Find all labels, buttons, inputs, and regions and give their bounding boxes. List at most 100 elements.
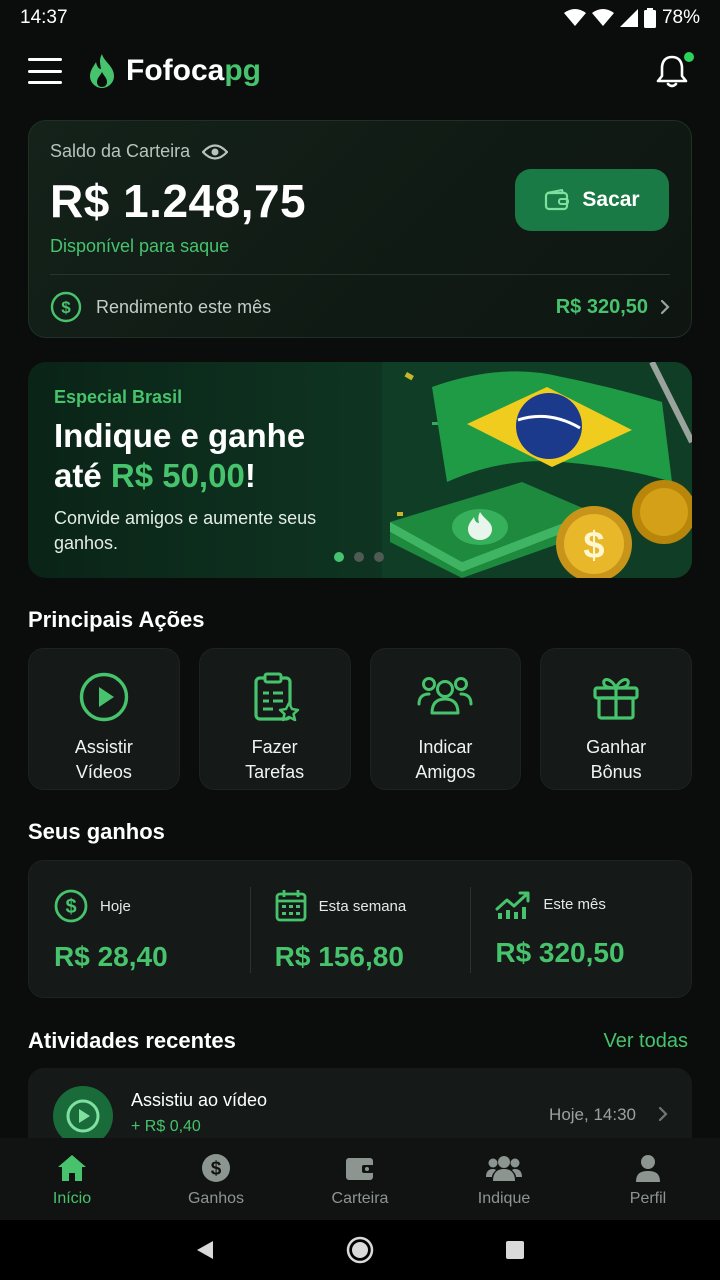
svg-text:$: $ <box>583 525 604 567</box>
earnings-week: Esta semana R$ 156,80 <box>249 861 471 997</box>
svg-text:$: $ <box>211 1159 222 1180</box>
action-label: Indicar Amigos <box>415 737 476 782</box>
wallet-divider <box>50 274 670 275</box>
actions-grid: Assistir Vídeos Fazer Tarefas Indicar Am… <box>28 648 692 790</box>
banner-title-prefix: até <box>54 457 111 494</box>
activity-title: Assistiu ao vídeo <box>131 1090 268 1110</box>
carousel-dots[interactable] <box>334 552 384 562</box>
battery-icon <box>643 8 656 28</box>
svg-text:$: $ <box>65 896 76 918</box>
earnings-label: Hoje <box>100 897 131 915</box>
carousel-dot-active[interactable] <box>334 552 344 562</box>
promo-banner[interactable]: Especial Brasil Indique e ganhe até R$ 5… <box>28 362 692 578</box>
bell-icon <box>656 55 688 88</box>
action-label: Ganhar Bônus <box>586 737 647 782</box>
app-header: Fofocapg <box>0 36 720 106</box>
bottom-nav: Início $ Ganhos Carteira Indique Perfil <box>0 1138 720 1220</box>
nav-label: Perfil <box>629 1190 667 1207</box>
chevron-right-icon <box>658 1106 668 1122</box>
income-row[interactable]: $ Rendimento este mês R$ 320,50 <box>50 289 670 325</box>
wallet-icon <box>346 1158 374 1180</box>
activity-icon <box>53 1086 113 1146</box>
withdraw-button[interactable]: Sacar <box>515 169 669 231</box>
banner-title-suffix: ! <box>244 457 256 494</box>
dollar-circle-icon: $ <box>54 889 88 923</box>
profile-icon <box>636 1155 660 1182</box>
withdraw-label: Sacar <box>582 188 640 211</box>
see-all-link[interactable]: Ver todas <box>603 1030 688 1053</box>
battery-percent: 78% <box>661 7 700 28</box>
banner-title-line1: Indique e ganhe <box>54 417 306 454</box>
action-do-tasks[interactable]: Fazer Tarefas <box>198 648 351 790</box>
play-circle-icon <box>66 1099 100 1133</box>
wifi-icon <box>563 9 586 26</box>
dollar-icon: $ <box>202 1154 230 1182</box>
nav-label: Ganhos <box>187 1190 245 1207</box>
back-icon[interactable] <box>195 1240 215 1260</box>
trend-up-icon <box>495 891 530 919</box>
wallet-label: Saldo da Carteira <box>50 141 191 161</box>
home-circle-icon[interactable] <box>346 1236 374 1264</box>
nav-label: Carteira <box>331 1190 389 1207</box>
carousel-dot[interactable] <box>354 552 364 562</box>
earnings-card: $ Hoje R$ 28,40 Esta semana R$ 156,80 Es… <box>28 860 692 998</box>
nav-home[interactable]: Início <box>0 1138 144 1220</box>
action-refer-friends[interactable]: Indicar Amigos <box>369 648 522 790</box>
carousel-dot[interactable] <box>374 552 384 562</box>
brand-suffix: pg <box>224 54 261 87</box>
action-watch-videos[interactable]: Assistir Vídeos <box>28 648 180 790</box>
activities-title: Atividades recentes <box>28 1028 236 1053</box>
clipboard-star-icon <box>254 672 299 722</box>
notification-dot <box>684 52 694 62</box>
earnings-label: Este mês <box>543 895 606 913</box>
earnings-value: R$ 28,40 <box>54 941 168 972</box>
users-icon <box>417 677 473 715</box>
recents-icon[interactable] <box>505 1240 525 1260</box>
nav-earnings[interactable]: $ Ganhos <box>144 1138 288 1220</box>
earnings-today: $ Hoje R$ 28,40 <box>29 861 250 997</box>
brand-name: Fofoca <box>126 54 225 87</box>
nav-label: Indique <box>477 1190 531 1207</box>
action-label: Assistir Vídeos <box>74 737 133 782</box>
status-bar: 14:37 78% <box>0 0 720 36</box>
earnings-label: Esta semana <box>318 897 407 915</box>
wallet-label-row: Saldo da Carteira <box>50 141 670 162</box>
earnings-value: R$ 156,80 <box>274 941 404 972</box>
banner-text: Especial Brasil Indique e ganhe até R$ 5… <box>54 387 384 556</box>
gift-icon <box>593 678 639 720</box>
status-time: 14:37 <box>20 7 68 28</box>
brand-logo: Fofocapg <box>88 54 261 88</box>
nav-refer[interactable]: Indique <box>432 1138 576 1220</box>
activity-time: Hoje, 14:30 <box>549 1105 636 1124</box>
income-label: Rendimento este mês <box>96 296 272 317</box>
banner-subtitle: Convide amigos e aumente seus ganhos. <box>54 508 317 553</box>
available-label: Disponível para saque <box>50 236 230 256</box>
earnings-title: Seus ganhos <box>28 819 165 844</box>
activity-amount: + R$ 0,40 <box>131 1118 201 1135</box>
chevron-right-icon <box>660 299 670 315</box>
eye-icon[interactable] <box>202 143 229 161</box>
calendar-icon <box>275 890 307 922</box>
notifications-button[interactable] <box>656 52 694 90</box>
menu-icon[interactable] <box>28 58 62 84</box>
action-label: Fazer Tarefas <box>245 737 305 782</box>
play-circle-icon <box>79 672 129 722</box>
banner-kicker: Especial Brasil <box>54 387 183 407</box>
action-earn-bonus[interactable]: Ganhar Bônus <box>540 648 692 790</box>
income-value: R$ 320,50 <box>555 295 648 318</box>
signal-icon <box>619 9 638 27</box>
earnings-value: R$ 320,50 <box>495 937 625 968</box>
flame-icon <box>90 54 114 88</box>
nav-label: Início <box>52 1190 92 1207</box>
dollar-circle-icon: $ <box>50 291 82 323</box>
nav-profile[interactable]: Perfil <box>576 1138 720 1220</box>
actions-title: Principais Ações <box>28 607 205 632</box>
earnings-month: Este mês R$ 320,50 <box>470 861 691 997</box>
wallet-card: Saldo da Carteira R$ 1.248,75 Disponível… <box>28 120 692 338</box>
wifi-icon-2 <box>591 9 614 26</box>
nav-wallet[interactable]: Carteira <box>288 1138 432 1220</box>
home-icon <box>58 1155 86 1181</box>
system-nav-bar <box>0 1220 720 1280</box>
status-icons: 78% <box>563 7 700 29</box>
brazil-flag-money-illustration: $ <box>382 362 692 578</box>
